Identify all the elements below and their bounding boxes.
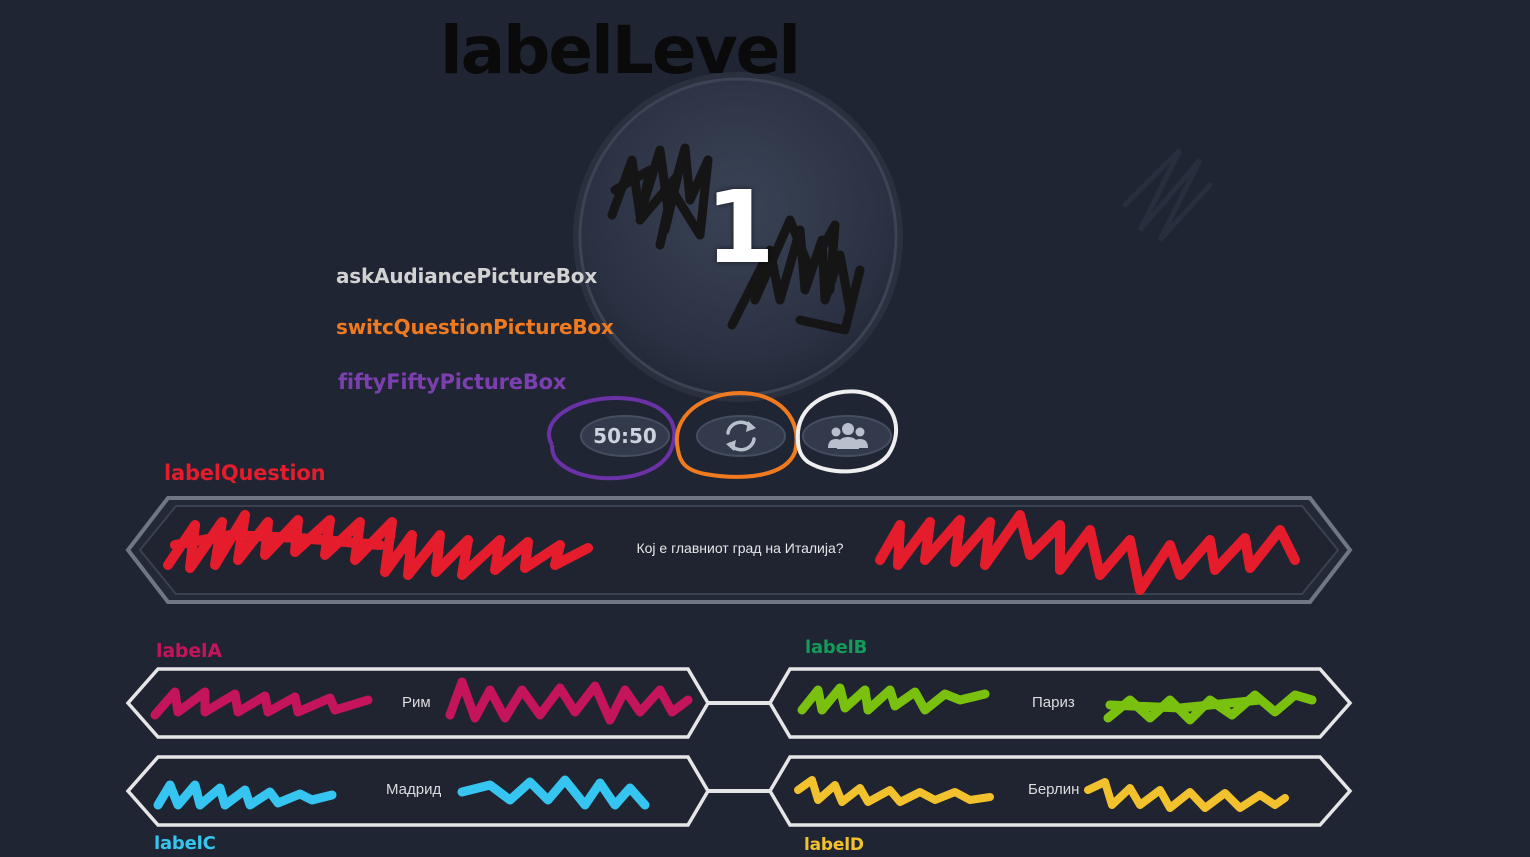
fifty-fifty-label[interactable]: 50:50 <box>590 424 660 448</box>
faint-scribble <box>1122 148 1213 242</box>
answer-b-text[interactable]: Париз <box>1032 694 1075 711</box>
label-question-annotation: labelQuestion <box>164 461 326 485</box>
switch-question-picturebox[interactable] <box>696 415 786 457</box>
label-a-annotation: labelA <box>156 640 222 662</box>
fifty-fifty-annotation: fiftyFiftyPictureBox <box>338 370 567 394</box>
label-b-annotation: labelB <box>805 637 868 658</box>
answer-d-text[interactable]: Берлин <box>1028 781 1079 798</box>
answer-c-text[interactable]: Мадрид <box>386 781 441 798</box>
ask-audiance-annotation: askAudiancePictureBox <box>336 264 598 288</box>
label-c-annotation: labelC <box>154 833 216 854</box>
switch-question-annotation: switcQuestionPictureBox <box>336 315 614 339</box>
ask-audiance-picturebox[interactable] <box>802 415 892 457</box>
label-d-annotation: labelD <box>804 835 864 855</box>
level-number: 1 <box>705 169 775 286</box>
answer-a-text[interactable]: Рим <box>402 694 431 711</box>
label-level-annotation: labelLevel <box>440 12 801 89</box>
question-text: Кој е главниот град на Италија? <box>636 540 844 556</box>
